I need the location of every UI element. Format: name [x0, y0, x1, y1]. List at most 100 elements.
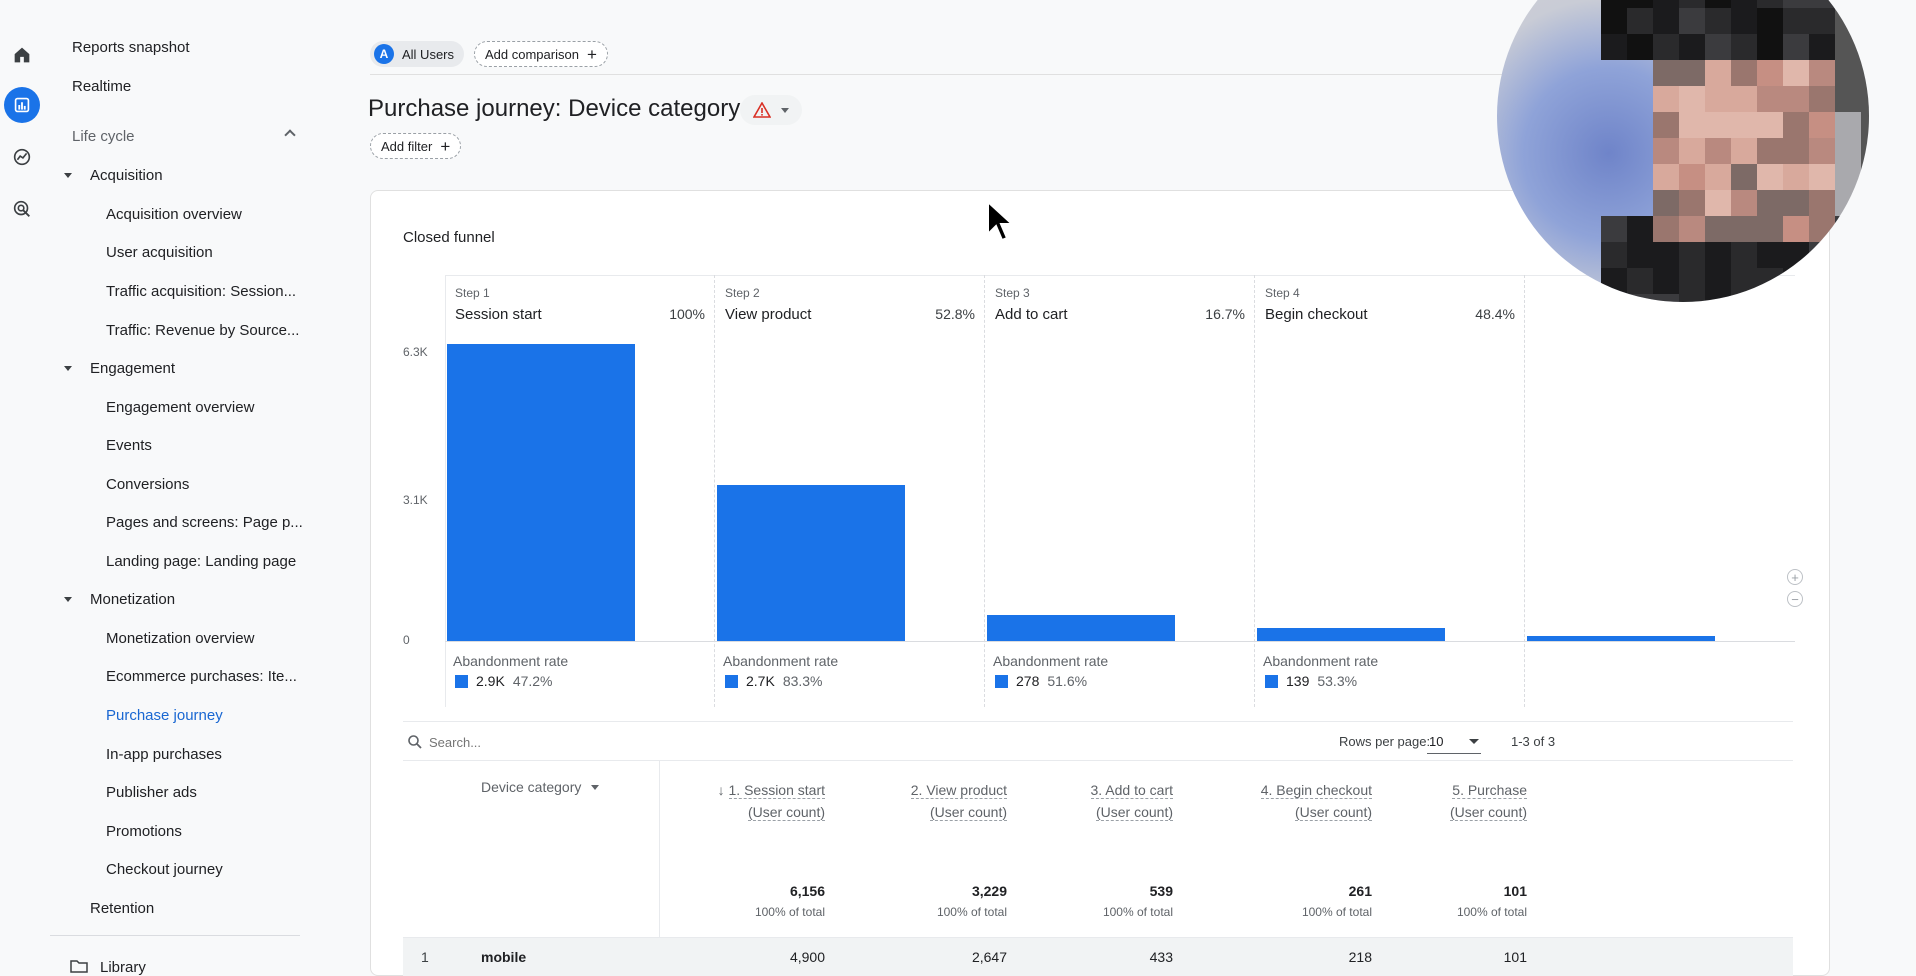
nav-lifecycle[interactable]: Life cycle — [72, 118, 135, 154]
step-name: Add to cart — [995, 306, 1068, 323]
funnel-bar[interactable] — [447, 343, 635, 641]
webcam-pixel — [1679, 112, 1705, 138]
webcam-pixel — [1757, 164, 1783, 190]
nav-publisher-ads[interactable]: Publisher ads — [106, 774, 356, 810]
dimension-label: Device category — [481, 779, 582, 795]
dimension-header[interactable]: Device category — [481, 779, 600, 795]
step-name: View product — [725, 306, 812, 323]
funnel-bar[interactable] — [987, 614, 1175, 641]
abandonment-rate: 47.2% — [512, 673, 553, 689]
webcam-pixel — [1757, 216, 1783, 242]
nav-reports-snapshot[interactable]: Reports snapshot — [72, 29, 190, 65]
webcam-pixel — [1679, 138, 1705, 164]
funnel-bar[interactable] — [1257, 628, 1445, 641]
webcam-pixel — [1757, 8, 1783, 34]
nav-pages-screens[interactable]: Pages and screens: Page p... — [106, 504, 356, 540]
column-header[interactable]: 4. Begin checkout (User count) — [1182, 779, 1372, 823]
column-header[interactable]: 5. Purchase (User count) — [1387, 779, 1527, 823]
step-number: Step 2 — [725, 286, 760, 300]
caret-down-icon[interactable] — [64, 597, 72, 602]
funnel-step-1: Step 1 Session start 100% Abandonment rate 2… — [445, 275, 715, 707]
nav-promotions[interactable]: Promotions — [106, 813, 356, 849]
webcam-pixel — [1783, 86, 1809, 112]
nav-monetization-overview[interactable]: Monetization overview — [106, 620, 356, 656]
nav-checkout-journey[interactable]: Checkout journey — [106, 851, 356, 887]
add-filter-button[interactable]: Add filter + — [370, 133, 462, 159]
nav-purchase-journey[interactable]: Purchase journey — [106, 697, 356, 733]
webcam-pixel — [1757, 34, 1783, 60]
nav-landing-page[interactable]: Landing page: Landing page — [106, 543, 356, 579]
nav-library[interactable]: Library — [100, 949, 146, 976]
webcam-pixel — [1757, 242, 1783, 268]
webcam-pixel — [1705, 268, 1731, 294]
webcam-pixel — [1783, 138, 1809, 164]
nav-acquisition-overview[interactable]: Acquisition overview — [106, 196, 356, 232]
home-icon[interactable] — [4, 37, 40, 73]
zoom-out-icon[interactable]: − — [1787, 591, 1803, 607]
search-input[interactable] — [429, 731, 729, 753]
explore-icon[interactable] — [4, 139, 40, 175]
step-number: Step 3 — [995, 286, 1030, 300]
table-row[interactable]: 1 mobile 4,900 2,647 433 218 101 — [403, 937, 1793, 976]
funnel-step-5 — [1525, 275, 1795, 707]
column-header[interactable]: 2. View product (User count) — [837, 779, 1007, 823]
column-total: 539 — [1149, 883, 1173, 899]
segment-chip[interactable]: A All Users — [370, 41, 465, 67]
caret-down-icon[interactable] — [64, 366, 72, 371]
nav-monetization[interactable]: Monetization — [90, 581, 175, 617]
nav-engagement[interactable]: Engagement — [90, 350, 175, 386]
zoom-in-icon[interactable]: + — [1787, 569, 1803, 585]
nav-conversions[interactable]: Conversions — [106, 466, 356, 502]
column-header[interactable]: 3. Add to cart (User count) — [1013, 779, 1173, 823]
funnel-step-4: Step 4 Begin checkout 48.4% Abandonment rat… — [1255, 275, 1525, 707]
nav-engagement-overview[interactable]: Engagement overview — [106, 389, 356, 425]
caret-down-icon[interactable] — [64, 173, 72, 178]
webcam-pixel — [1731, 8, 1757, 34]
nav-retention[interactable]: Retention — [90, 890, 154, 926]
dropdown-arrow-icon — [591, 784, 600, 790]
webcam-pixel — [1627, 242, 1653, 268]
nav-acquisition[interactable]: Acquisition — [90, 157, 163, 193]
abandonment-label: Abandonment rate — [1263, 653, 1379, 669]
folder-icon — [70, 960, 88, 973]
step-header: Step 4 Begin checkout 48.4% — [1255, 275, 1525, 341]
funnel-bar[interactable] — [1527, 636, 1715, 641]
webcam-pixel — [1705, 138, 1731, 164]
legend-swatch — [995, 674, 1008, 688]
webcam-pixel — [1783, 190, 1809, 216]
nav-realtime[interactable]: Realtime — [72, 68, 131, 104]
column-metric: (User count) — [1095, 804, 1173, 821]
webcam-pixel — [1653, 242, 1679, 268]
nav-traffic-revenue[interactable]: Traffic: Revenue by Source... — [106, 312, 356, 348]
rows-per-page-label: Rows per page: — [1339, 734, 1431, 749]
webcam-pixel — [1731, 216, 1757, 242]
chevron-up-icon[interactable] — [284, 129, 296, 141]
webcam-pixel — [1757, 138, 1783, 164]
nav-traffic-acquisition[interactable]: Traffic acquisition: Session... — [106, 273, 356, 309]
nav-divider — [50, 935, 300, 936]
webcam-pixel — [1783, 60, 1809, 86]
nav-in-app-purchases[interactable]: In-app purchases — [106, 736, 356, 772]
pagination-range: 1-3 of 3 — [1511, 734, 1556, 749]
column-header[interactable]: ↓ 1. Session start (User count) — [655, 779, 825, 823]
nav-user-acquisition[interactable]: User acquisition — [106, 234, 356, 270]
advertising-icon[interactable] — [4, 191, 40, 227]
reports-icon[interactable] — [4, 87, 40, 123]
abandonment-value: 2.9K 47.2% — [455, 673, 553, 689]
nav-events[interactable]: Events — [106, 427, 356, 463]
nav-ecommerce-purchases[interactable]: Ecommerce purchases: Ite... — [106, 658, 356, 694]
funnel-bar[interactable] — [717, 485, 905, 641]
abandonment-label: Abandonment rate — [453, 653, 569, 669]
header-divider — [370, 74, 1590, 75]
webcam-pixel — [1705, 216, 1731, 242]
sort-arrow-icon[interactable]: ↓ — [718, 782, 729, 798]
plus-icon: + — [440, 136, 451, 156]
title-options-button[interactable] — [740, 95, 802, 125]
webcam-pixel — [1731, 0, 1757, 8]
add-comparison-button[interactable]: Add comparison + — [474, 41, 608, 67]
legend-swatch — [725, 674, 738, 688]
column-total-pct: 100% of total — [1301, 905, 1372, 919]
webcam-pixel — [1627, 268, 1653, 294]
add-comparison-label: Add comparison — [485, 46, 579, 62]
rows-per-page-select[interactable]: 10 — [1427, 730, 1481, 754]
